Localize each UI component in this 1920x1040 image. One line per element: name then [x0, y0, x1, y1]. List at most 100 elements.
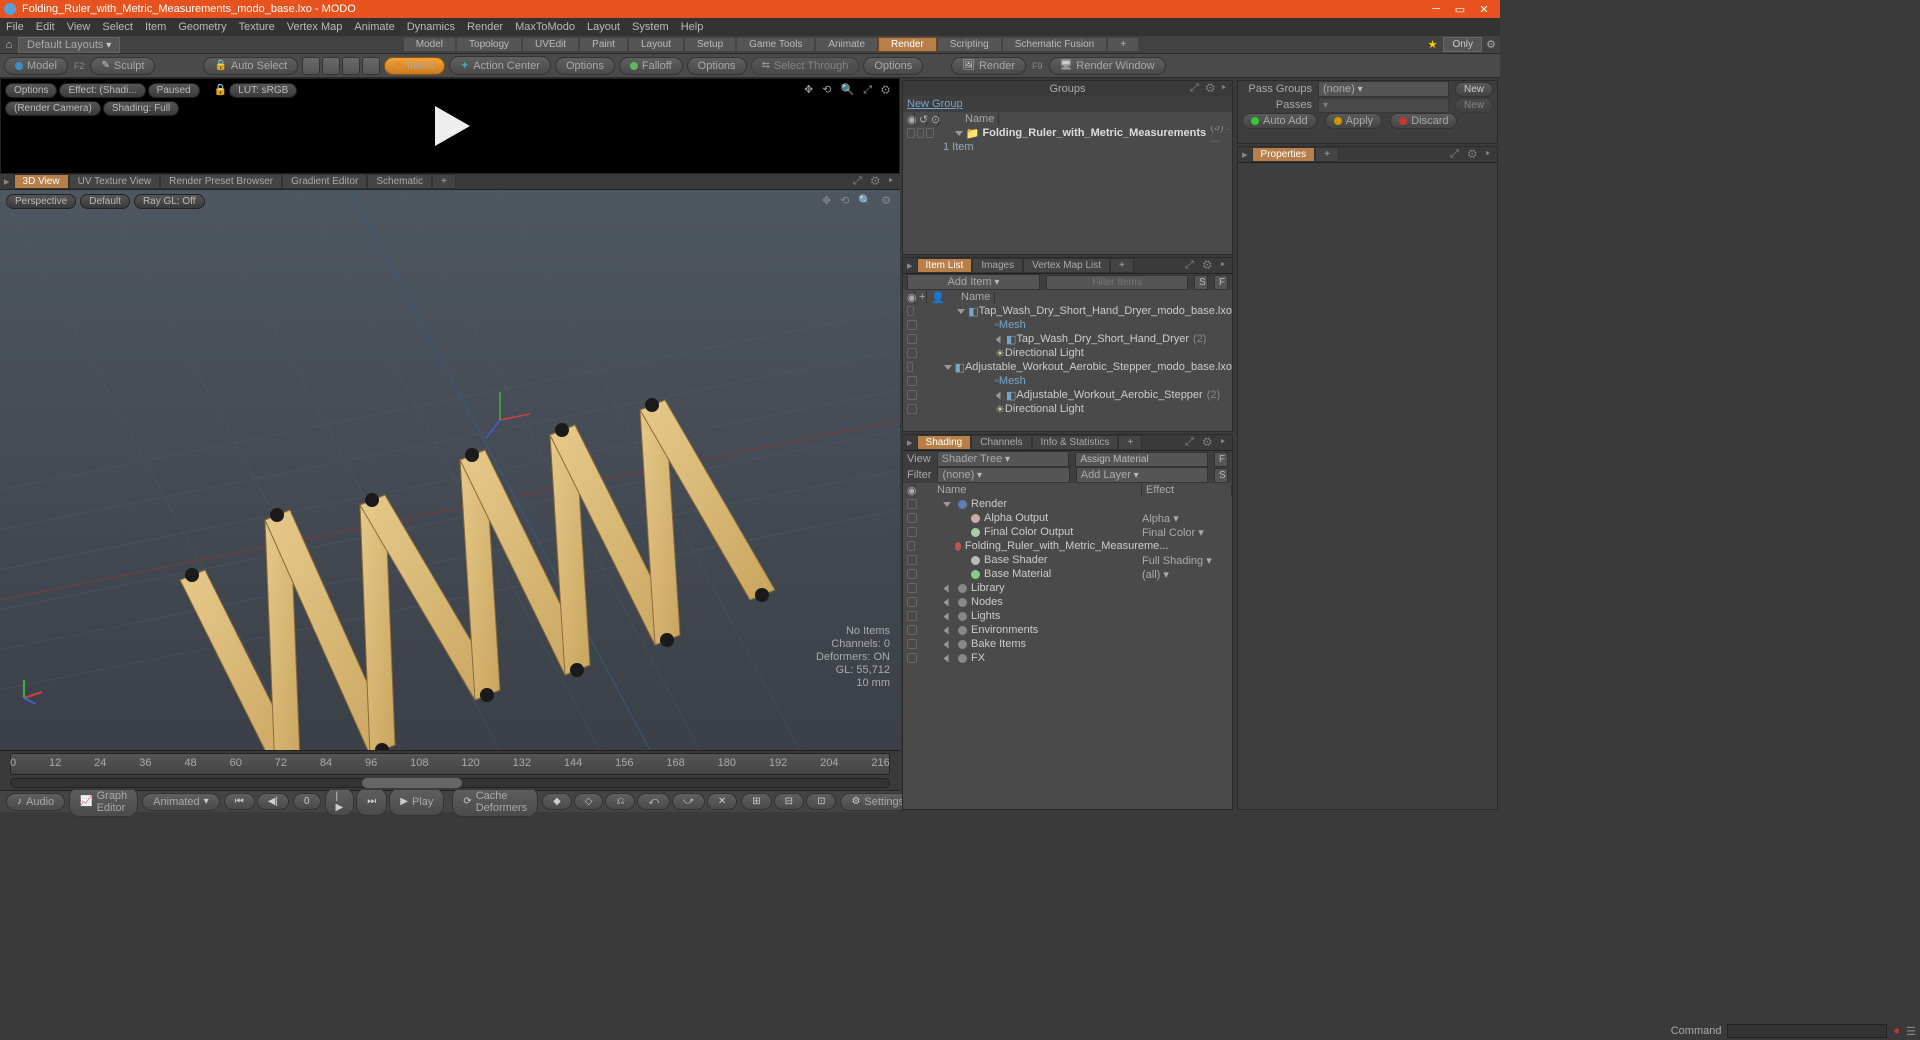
- auto-add-button[interactable]: Auto Add: [1242, 113, 1317, 129]
- itemlist-row[interactable]: ▫ Mesh: [903, 374, 1232, 388]
- itemlist-row[interactable]: ◧ Adjustable_Workout_Aerobic_Stepper(2): [903, 388, 1232, 402]
- command-menu-icon[interactable]: ☰: [1906, 1025, 1916, 1038]
- play-icon[interactable]: [425, 101, 475, 151]
- groups-panel-controls[interactable]: ⤢ ⚙ ▸: [1190, 82, 1228, 95]
- properties-tab-add[interactable]: +: [1315, 147, 1339, 162]
- passgroups-dropdown[interactable]: (none) ▾: [1318, 81, 1449, 97]
- menu-vertexmap[interactable]: Vertex Map: [287, 21, 343, 33]
- star-icon[interactable]: ★: [1428, 38, 1438, 51]
- filter-items-input[interactable]: [1046, 275, 1188, 290]
- layout-tab-scripting[interactable]: Scripting: [937, 37, 1002, 52]
- mode-sculpt-button[interactable]: ✎ Sculpt: [90, 57, 155, 75]
- maximize-button[interactable]: ▭: [1448, 0, 1472, 18]
- falloff-button[interactable]: Falloff: [619, 57, 683, 75]
- render-preview[interactable]: Options Effect: (Shadi... Paused 🔒 LUT: …: [0, 78, 900, 174]
- step-back-button[interactable]: ◀|: [257, 793, 289, 810]
- layout-tab-uvedit[interactable]: UVEdit: [522, 37, 579, 52]
- sh-tab-channels[interactable]: Channels: [971, 435, 1031, 450]
- sh-f-button[interactable]: F: [1214, 452, 1228, 467]
- menu-texture[interactable]: Texture: [239, 21, 275, 33]
- selection-mode-icons[interactable]: [302, 57, 380, 75]
- il-s-button[interactable]: S: [1194, 275, 1208, 290]
- layout-tab-animate[interactable]: Animate: [815, 37, 878, 52]
- itemlist-row[interactable]: ◧ Adjustable_Workout_Aerobic_Stepper_mod…: [903, 360, 1232, 374]
- layout-tab-add[interactable]: +: [1107, 37, 1139, 52]
- sh-s-button[interactable]: S: [1214, 468, 1228, 483]
- layout-tab-schematicfusion[interactable]: Schematic Fusion: [1002, 37, 1107, 52]
- itemlist-row[interactable]: ☀ Directional Light: [903, 402, 1232, 416]
- step-fwd-button[interactable]: |▶: [325, 788, 355, 816]
- menu-edit[interactable]: Edit: [36, 21, 55, 33]
- il-tab-itemlist[interactable]: Item List: [917, 258, 973, 273]
- assign-material-button[interactable]: Assign Material: [1075, 452, 1208, 467]
- vptab-uv[interactable]: UV Texture View: [69, 174, 161, 189]
- record-icon[interactable]: ●: [1893, 1025, 1900, 1037]
- select-through-button[interactable]: ⇆ Select Through: [751, 57, 860, 75]
- menu-dynamics[interactable]: Dynamics: [407, 21, 455, 33]
- options-button-1[interactable]: Options: [555, 57, 615, 75]
- add-layer-dropdown[interactable]: Add Layer ▾: [1076, 467, 1208, 483]
- sh-tab-shading[interactable]: Shading: [917, 435, 972, 450]
- layout-tab-layout[interactable]: Layout: [628, 37, 684, 52]
- only-button[interactable]: Only: [1443, 37, 1482, 52]
- options-button-3[interactable]: Options: [863, 57, 923, 75]
- viewport-3d[interactable]: Perspective Default Ray GL: Off ✥ ⟲ 🔍 ⚙: [0, 190, 900, 750]
- shading-row[interactable]: Base Material(all) ▾: [903, 567, 1232, 581]
- discard-button[interactable]: Discard: [1390, 113, 1457, 129]
- channel-tools[interactable]: ⊞⊟⊡: [741, 793, 836, 810]
- lock-icon[interactable]: 🔒: [214, 83, 228, 98]
- home-icon[interactable]: ⌂: [0, 39, 18, 51]
- shading-row[interactable]: Final Color OutputFinal Color ▾: [903, 525, 1232, 539]
- menu-render[interactable]: Render: [467, 21, 503, 33]
- layout-gear-icon[interactable]: ⚙: [1482, 38, 1500, 51]
- options-button-2[interactable]: Options: [687, 57, 747, 75]
- menu-layout[interactable]: Layout: [587, 21, 620, 33]
- il-tab-vmap[interactable]: Vertex Map List: [1023, 258, 1110, 273]
- sh-tab-add[interactable]: +: [1118, 435, 1142, 450]
- shading-row[interactable]: Nodes: [903, 595, 1232, 609]
- prop-expand-icon[interactable]: ▸: [1238, 148, 1252, 161]
- vp-expand-icon[interactable]: ▸: [0, 175, 14, 188]
- shading-row[interactable]: Bake Items: [903, 637, 1232, 651]
- action-center-button[interactable]: ✦ Action Center: [449, 56, 551, 75]
- itemlist-row[interactable]: ☀ Directional Light: [903, 346, 1232, 360]
- vptab-render-preset[interactable]: Render Preset Browser: [160, 174, 282, 189]
- layout-tab-render[interactable]: Render: [878, 37, 937, 52]
- passes-dropdown[interactable]: ▾: [1318, 98, 1449, 113]
- vptab-icons[interactable]: ⤢ ⚙ ▸: [853, 175, 900, 188]
- il-tab-images[interactable]: Images: [972, 258, 1023, 273]
- close-button[interactable]: ✕: [1472, 0, 1496, 18]
- shading-row[interactable]: Render: [903, 497, 1232, 511]
- rp-options[interactable]: Options: [5, 83, 57, 98]
- vptab-gradient[interactable]: Gradient Editor: [282, 174, 367, 189]
- rp-lut[interactable]: LUT: sRGB: [229, 83, 297, 98]
- shading-row[interactable]: Base ShaderFull Shading ▾: [903, 553, 1232, 567]
- il-tab-add[interactable]: +: [1110, 258, 1134, 273]
- shader-tree-dropdown[interactable]: Shader Tree ▾: [937, 451, 1070, 467]
- layout-tab-model[interactable]: Model: [403, 37, 456, 52]
- vptab-schematic[interactable]: Schematic: [367, 174, 432, 189]
- prop-panel-controls[interactable]: ⤢ ⚙ ▸: [1450, 148, 1497, 161]
- cache-deformers-button[interactable]: ⟳ Cache Deformers: [452, 787, 538, 817]
- shading-row[interactable]: FX: [903, 651, 1232, 665]
- frame-field[interactable]: 0: [293, 793, 321, 810]
- vptab-add[interactable]: +: [432, 174, 456, 189]
- itemlist-row[interactable]: ◧ Tap_Wash_Dry_Short_Hand_Dryer(2): [903, 332, 1232, 346]
- menu-file[interactable]: File: [6, 21, 24, 33]
- rp-viewport-controls[interactable]: ✥ ⟲ 🔍 ⤢ ⚙: [804, 83, 893, 97]
- animated-dropdown[interactable]: Animated ▾: [142, 793, 220, 811]
- sh-expand-icon[interactable]: ▸: [903, 436, 917, 449]
- menu-select[interactable]: Select: [102, 21, 133, 33]
- layout-tab-topology[interactable]: Topology: [456, 37, 522, 52]
- il-expand-icon[interactable]: ▸: [903, 259, 917, 272]
- menu-view[interactable]: View: [67, 21, 91, 33]
- rp-paused[interactable]: Paused: [148, 83, 200, 98]
- shading-row[interactable]: Folding_Ruler_with_Metric_Measureme...: [903, 539, 1232, 553]
- properties-tab[interactable]: Properties: [1252, 147, 1316, 162]
- il-f-button[interactable]: F: [1214, 275, 1228, 290]
- itemlist-row[interactable]: ◧ Tap_Wash_Dry_Short_Hand_Dryer_modo_bas…: [903, 304, 1232, 318]
- render-window-button[interactable]: 🖥 Render Window: [1049, 57, 1166, 75]
- layout-tab-gametools[interactable]: Game Tools: [736, 37, 815, 52]
- shading-row[interactable]: Lights: [903, 609, 1232, 623]
- command-input[interactable]: [1727, 1024, 1887, 1038]
